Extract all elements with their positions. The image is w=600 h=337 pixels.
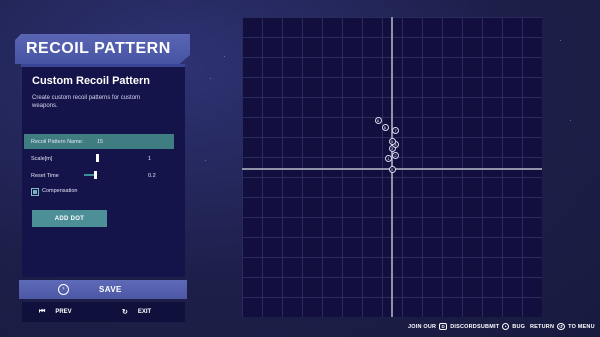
add-dot-button[interactable]: ADD DOT [32,210,107,227]
bug-label: BUG [512,323,526,330]
scale-value: 1 [148,155,152,162]
exit-label: EXIT [137,309,152,315]
scale-row: Scale[m] 1 [24,151,174,166]
recoil-grid[interactable]: 012345678 [242,17,542,317]
submit-label: SUBMIT [477,323,500,330]
to-menu-label: TO MENU [568,323,595,330]
join-label: JOIN OUR [408,323,437,330]
recoil-dot[interactable]: 6 [381,123,389,131]
save-button[interactable]: › SAVE [19,280,187,299]
skip-back-icon: ⏮ [39,308,46,315]
panel-heading: Custom Recoil Pattern [32,75,150,87]
reset-time-slider-knob[interactable] [94,171,97,179]
scale-slider[interactable] [84,151,124,166]
reset-time-value: 0.2 [148,172,156,179]
reset-time-label: Reset Time [31,172,59,179]
compensation-checkbox[interactable] [31,188,39,196]
discord-label: DISCORD [450,323,477,330]
discord-link[interactable]: JOIN OUR D DISCORD [408,323,477,330]
bug-icon: • [502,323,510,330]
panel-description: Create custom recoil patterns for custom… [32,95,141,109]
background-star [570,120,571,121]
scale-label: Scale[m] [31,155,53,162]
pattern-name-input[interactable]: 15 [97,139,103,145]
return-label: RETURN [530,323,555,330]
panel-title: RECOIL PATTERN [26,40,171,57]
return-to-menu-link[interactable]: RETURN ↺ TO MENU [530,323,595,330]
save-label: SAVE [99,285,122,294]
background-star [205,160,206,161]
background-star [560,40,561,41]
pattern-name-label: Recoil Pattern Name: [31,138,84,145]
compensation-label: Compensation [42,188,78,194]
recoil-panel: Custom Recoil Pattern Create custom reco… [22,67,185,277]
panel-nav: ⏮ PREV ↻ EXIT [22,302,185,322]
background-star [210,78,211,79]
reset-time-row: Reset Time 0.2 [24,168,174,183]
prev-button[interactable]: ⏮ PREV [39,308,72,316]
reset-time-slider-fill [84,174,94,176]
submit-bug-link[interactable]: SUBMIT • BUG [477,323,525,330]
background-star [224,56,225,57]
recoil-dot[interactable]: 0 [388,165,396,173]
exit-button[interactable]: ↻ EXIT [122,308,151,316]
recoil-dot[interactable]: 7 [392,127,399,134]
panel-title-tab: RECOIL PATTERN [15,34,190,64]
prev-label: PREV [55,309,72,315]
recoil-dot[interactable]: 2 [392,151,399,159]
reset-time-slider[interactable] [84,168,124,183]
circle-arrow-icon: › [58,284,69,295]
pattern-name-row[interactable]: Recoil Pattern Name: 15 [24,134,174,149]
recoil-dot[interactable]: 8 [374,116,382,124]
recoil-dot[interactable]: 5 [388,137,396,145]
scale-slider-knob[interactable] [96,154,99,162]
refresh-icon: ↻ [122,309,128,316]
recoil-dot[interactable]: 1 [385,155,392,162]
return-icon: ↺ [557,323,566,330]
discord-icon: D [439,323,448,330]
